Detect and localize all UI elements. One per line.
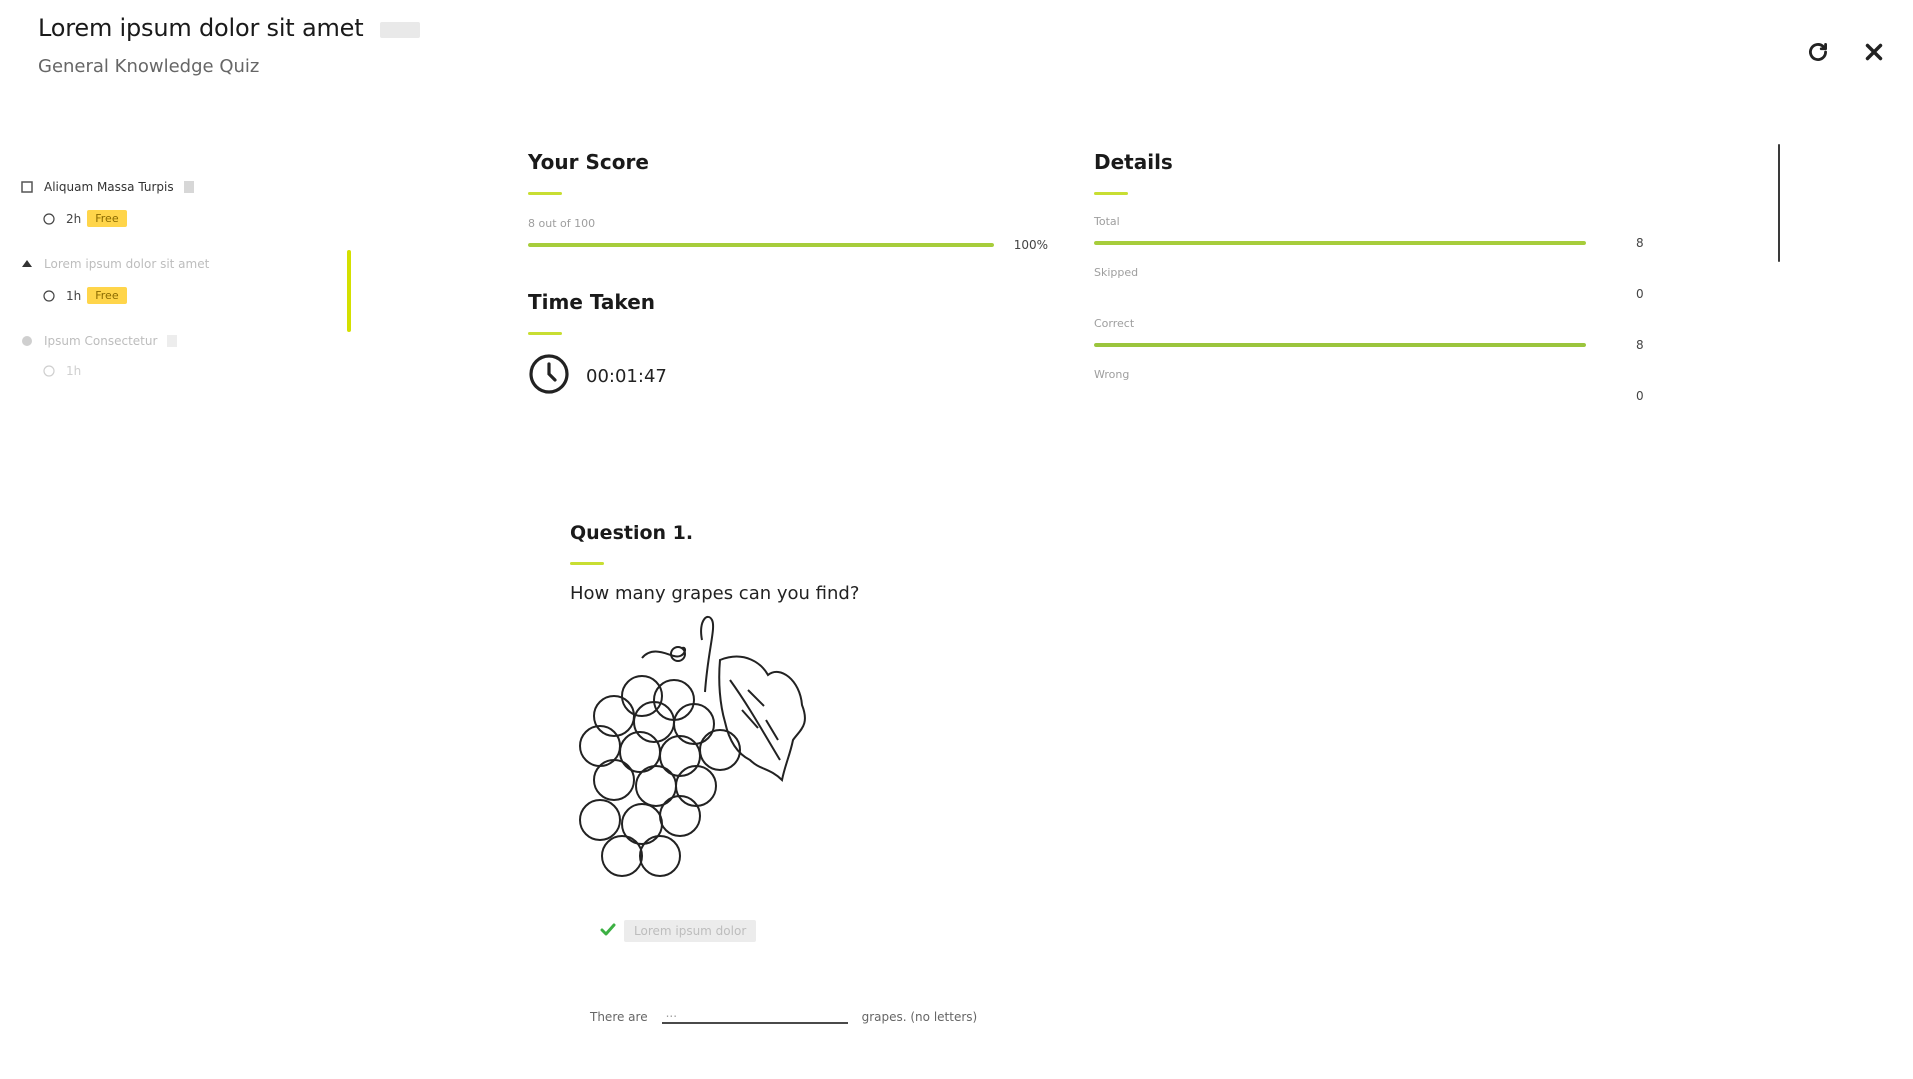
detail-value: 8 xyxy=(1636,338,1644,352)
score-section: Your Score 8 out of 100 100% xyxy=(528,150,1048,252)
square-outline-icon xyxy=(20,180,34,194)
sidebar-item-2[interactable]: 1h Free xyxy=(42,287,209,304)
sidebar-section-label: Ipsum Consectetur xyxy=(44,334,158,348)
question-section: Question 1. How many grapes can you find… xyxy=(570,522,1270,1024)
detail-value: 0 xyxy=(1636,287,1644,301)
time-value: 00:01:47 xyxy=(586,365,667,387)
answer-text: Lorem ipsum dolor xyxy=(624,920,757,942)
detail-bar xyxy=(1094,292,1586,296)
sidebar-item-number: 1h xyxy=(66,364,82,378)
detail-row-correct: Correct 8 xyxy=(1094,317,1654,352)
score-progress-bar xyxy=(528,243,994,247)
check-icon xyxy=(600,922,616,941)
sections-icon xyxy=(20,257,34,271)
title-underline xyxy=(570,562,604,565)
title-underline xyxy=(1094,192,1128,195)
fill-suffix: grapes. (no letters) xyxy=(861,1010,978,1024)
clock-icon xyxy=(528,353,570,399)
detail-label: Total xyxy=(1094,215,1120,228)
answer-input[interactable] xyxy=(661,1004,848,1024)
free-badge: Free xyxy=(87,210,127,227)
close-icon[interactable] xyxy=(1856,34,1892,70)
detail-label: Skipped xyxy=(1094,266,1139,279)
detail-row-skipped: Skipped 0 xyxy=(1094,266,1654,301)
sidebar-item-3[interactable]: 1h xyxy=(42,364,209,378)
score-title: Your Score xyxy=(528,150,649,174)
lock-icon xyxy=(167,335,178,347)
page-title: Lorem ipsum dolor sit amet xyxy=(38,14,364,42)
question-text: How many grapes can you find? xyxy=(570,583,860,604)
refresh-icon[interactable] xyxy=(1800,34,1836,70)
details-section: Details Total 8 Skipped 0 Correct 8 Wron… xyxy=(1094,150,1654,403)
fill-in-line: There are grapes. (no letters) xyxy=(590,1004,1270,1024)
score-progress-fill xyxy=(528,243,994,247)
sidebar-section-2[interactable]: Lorem ipsum dolor sit amet xyxy=(20,257,209,271)
detail-bar xyxy=(1094,343,1586,347)
time-title: Time Taken xyxy=(528,290,655,314)
detail-bar xyxy=(1094,241,1586,245)
free-badge: Free xyxy=(87,287,127,304)
fill-prefix: There are xyxy=(590,1010,648,1024)
sidebar-item-number: 2h xyxy=(66,211,82,226)
detail-value: 8 xyxy=(1636,236,1644,250)
clock-small-icon xyxy=(42,212,56,226)
score-label: 8 out of 100 xyxy=(528,217,596,230)
sidebar-item-1[interactable]: 2h Free xyxy=(42,210,209,227)
detail-label: Correct xyxy=(1094,317,1135,330)
lock-icon xyxy=(183,181,194,193)
sidebar-accent-bar xyxy=(347,250,351,332)
circle-icon xyxy=(20,334,34,348)
sidebar-section-3[interactable]: Ipsum Consectetur xyxy=(20,334,209,348)
sidebar-item-number: 1h xyxy=(66,288,82,303)
sidebar-section-label: Aliquam Massa Turpis xyxy=(44,180,174,194)
correct-answer: Lorem ipsum dolor xyxy=(600,920,1270,942)
score-percent: 100% xyxy=(1013,238,1048,252)
title-badge xyxy=(380,22,420,38)
detail-value: 0 xyxy=(1636,389,1644,403)
detail-bar-fill xyxy=(1094,241,1586,245)
title-underline xyxy=(528,332,562,335)
scrollbar[interactable] xyxy=(1778,144,1780,262)
detail-bar-fill xyxy=(1094,343,1586,347)
sidebar-section-label: Lorem ipsum dolor sit amet xyxy=(44,257,210,271)
detail-row-wrong: Wrong 0 xyxy=(1094,368,1654,403)
time-section: Time Taken 00:01:47 xyxy=(528,290,948,399)
details-title: Details xyxy=(1094,150,1173,174)
title-underline xyxy=(528,192,562,195)
page-subtitle: General Knowledge Quiz xyxy=(38,56,260,77)
detail-row-total: Total 8 xyxy=(1094,215,1654,250)
detail-bar xyxy=(1094,394,1586,398)
question-title: Question 1. xyxy=(570,522,694,544)
sidebar: Aliquam Massa Turpis 2h Free Lorem ipsum… xyxy=(20,180,209,378)
clock-small-icon xyxy=(42,364,56,378)
clock-small-icon xyxy=(42,289,56,303)
detail-label: Wrong xyxy=(1094,368,1130,381)
grapes-image xyxy=(570,610,840,900)
sidebar-section-1[interactable]: Aliquam Massa Turpis xyxy=(20,180,209,194)
